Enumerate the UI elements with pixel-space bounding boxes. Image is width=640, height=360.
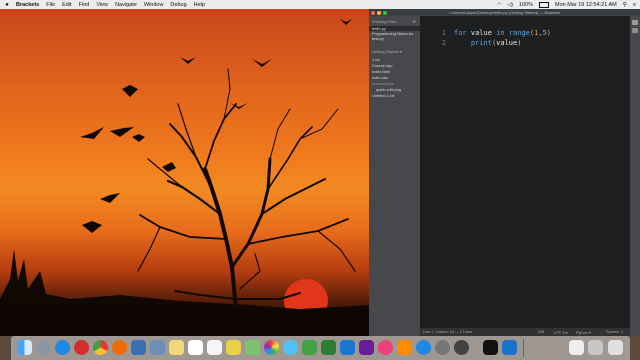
- battery-percent[interactable]: 100%: [519, 2, 533, 8]
- status-bar: Line 2, Column 16 — 2 Lines INS UTF-8 ▾ …: [420, 328, 630, 336]
- facetime-icon[interactable]: [302, 340, 317, 355]
- calendar-icon[interactable]: [188, 340, 203, 355]
- ibooks-icon[interactable]: [397, 340, 412, 355]
- desktop-wallpaper: [0, 9, 369, 336]
- menu-navigate[interactable]: Navigate: [115, 2, 137, 8]
- maps-icon[interactable]: [245, 340, 260, 355]
- menu-find[interactable]: Find: [79, 2, 90, 8]
- menu-view[interactable]: View: [96, 2, 108, 8]
- menu-file[interactable]: File: [46, 2, 55, 8]
- code-line[interactable]: print(value): [454, 38, 551, 48]
- paren-token: ): [517, 39, 522, 47]
- working-files-label: Working Files: [372, 19, 397, 24]
- indent-token: [454, 39, 471, 47]
- reminders-icon[interactable]: [207, 340, 222, 355]
- live-preview-icon[interactable]: [632, 20, 638, 25]
- brackets-icon[interactable]: [502, 340, 517, 355]
- spotlight-icon[interactable]: ⚲: [623, 2, 627, 8]
- apple-menu-icon[interactable]: ●: [3, 2, 11, 8]
- project-name: Getting Started: [372, 49, 399, 54]
- safari-icon[interactable]: [55, 340, 70, 355]
- menu-app-name[interactable]: Brackets: [16, 2, 39, 8]
- status-menus: ◠ ◁) 100% Mon Mar 19 12:54:21 AM ⚲ ≡: [497, 0, 636, 9]
- downloads-stack-icon[interactable]: [569, 340, 584, 355]
- insert-mode-toggle[interactable]: INS: [538, 330, 544, 334]
- wifi-icon[interactable]: ◠: [497, 2, 501, 8]
- preview-icon[interactable]: [131, 340, 146, 355]
- finder-icon[interactable]: [17, 340, 32, 355]
- cursor-position: Line 2, Column 16 — 2 Lines: [423, 330, 472, 334]
- working-files-header: Working Files ⚙: [372, 19, 420, 24]
- encoding-select[interactable]: UTF-8 ▾: [554, 330, 568, 335]
- window-titlebar[interactable]: • /Users/Casper/Desktop/hello.py (Gettin…: [369, 9, 640, 16]
- opera-icon[interactable]: [74, 340, 89, 355]
- photos-icon[interactable]: [264, 340, 279, 355]
- sunset-tree-birds-image: [0, 19, 369, 336]
- code-editor[interactable]: 1 2 for value in range(1,5) print(value): [420, 16, 630, 328]
- menu-debug[interactable]: Debug: [170, 2, 186, 8]
- file-sidebar: Working Files ⚙ hello.py Programming Not…: [369, 16, 420, 336]
- chevron-down-icon: ▾: [400, 49, 403, 54]
- image-viewer-icon[interactable]: [150, 340, 165, 355]
- keyword-token: in: [496, 29, 505, 37]
- builtin-token: print: [470, 39, 492, 47]
- line-number-gutter: 1 2: [420, 28, 446, 48]
- code-line[interactable]: for value in range(1,5): [454, 28, 551, 38]
- menu-help[interactable]: Help: [194, 2, 205, 8]
- line-number: 1: [441, 29, 446, 37]
- keyword-token: for: [454, 29, 467, 37]
- documents-stack-icon[interactable]: [588, 340, 603, 355]
- battery-icon[interactable]: [538, 1, 549, 8]
- numbers-icon[interactable]: [321, 340, 336, 355]
- variable-token: value: [466, 29, 497, 37]
- brackets-window: • /Users/Casper/Desktop/hello.py (Gettin…: [369, 9, 640, 336]
- firefox-icon[interactable]: [112, 340, 127, 355]
- terminal-icon[interactable]: [483, 340, 498, 355]
- notes-icon[interactable]: [169, 340, 184, 355]
- imovie-icon[interactable]: [359, 340, 374, 355]
- menu-bar: ● Brackets File Edit Find View Navigate …: [0, 0, 640, 9]
- extension-manager-icon[interactable]: [632, 28, 638, 33]
- messages-icon[interactable]: [283, 340, 298, 355]
- builtin-token: range: [504, 29, 530, 37]
- indent-spaces[interactable]: Spaces: 4: [606, 330, 623, 334]
- dock-separator: [523, 339, 524, 357]
- paren-token: ): [546, 29, 551, 37]
- settings-gear-icon[interactable]: ⚙: [412, 19, 416, 24]
- system-preferences-icon[interactable]: [435, 340, 450, 355]
- project-tree: 1.txt Course.cpp index.html main.css scr…: [372, 57, 420, 99]
- project-dropdown[interactable]: Getting Started ▾: [372, 49, 420, 54]
- working-file-item[interactable]: test.py: [372, 36, 420, 41]
- screen-recorder-icon[interactable]: [454, 340, 469, 355]
- itunes-icon[interactable]: [378, 340, 393, 355]
- tree-item[interactable]: Untitled-1.txt: [372, 93, 420, 99]
- language-select[interactable]: Python ▾: [576, 330, 591, 335]
- menu-window[interactable]: Window: [144, 2, 164, 8]
- stickies-icon[interactable]: [226, 340, 241, 355]
- line-number: 2: [441, 39, 446, 47]
- volume-icon[interactable]: ◁): [507, 2, 513, 8]
- trash-icon[interactable]: [608, 340, 623, 355]
- menubar-clock[interactable]: Mon Mar 19 12:54:21 AM: [555, 2, 617, 8]
- launchpad-icon[interactable]: [36, 340, 51, 355]
- chrome-icon[interactable]: [93, 340, 108, 355]
- app-store-icon[interactable]: [416, 340, 431, 355]
- notification-center-icon[interactable]: ≡: [633, 2, 636, 8]
- dock: [11, 336, 630, 360]
- code-content[interactable]: for value in range(1,5) print(value): [454, 28, 551, 48]
- menu-edit[interactable]: Edit: [62, 2, 71, 8]
- keynote-icon[interactable]: [340, 340, 355, 355]
- variable-token: value: [496, 39, 518, 47]
- window-title: • /Users/Casper/Desktop/hello.py (Gettin…: [448, 10, 561, 15]
- working-files-list: hello.py Programming Notes.txt test.py: [369, 26, 420, 41]
- right-toolbar: [630, 16, 640, 336]
